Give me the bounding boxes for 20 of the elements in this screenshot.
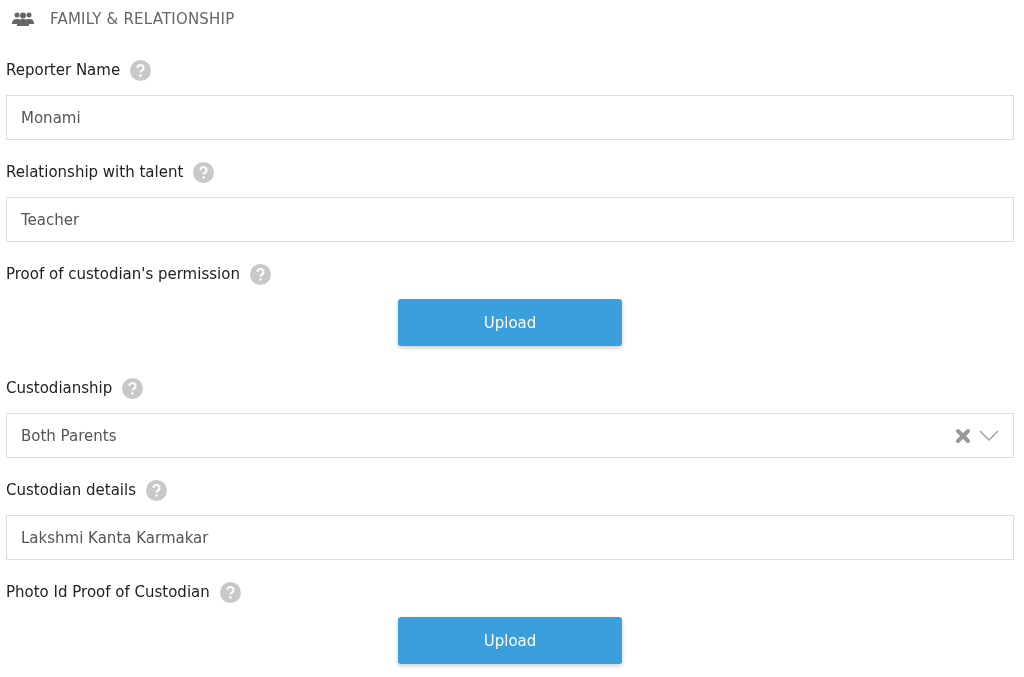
chevron-down-icon[interactable]: [979, 429, 999, 442]
field-label: Custodian details: [6, 481, 136, 499]
clear-icon[interactable]: [955, 427, 971, 444]
field-label: Photo Id Proof of Custodian: [6, 583, 210, 601]
field-label: Relationship with talent: [6, 163, 184, 181]
text-field[interactable]: Monami: [6, 95, 1014, 140]
section-title: FAMILY & RELATIONSHIP: [50, 10, 235, 28]
field-label: Proof of custodian's permission: [6, 265, 240, 283]
help-icon[interactable]: [130, 59, 152, 81]
help-icon[interactable]: [193, 161, 215, 183]
help-icon[interactable]: [146, 479, 167, 501]
people-icon: [12, 12, 34, 26]
select-field[interactable]: Both Parents: [6, 413, 1014, 458]
text-field[interactable]: Lakshmi Kanta Karmakar: [6, 515, 1014, 560]
field-label: Custodianship: [6, 379, 113, 397]
field-label: Reporter Name: [6, 61, 121, 79]
help-icon[interactable]: [249, 263, 271, 285]
help-icon[interactable]: [122, 377, 144, 399]
help-icon[interactable]: [219, 581, 241, 603]
text-field[interactable]: Teacher: [6, 197, 1014, 242]
